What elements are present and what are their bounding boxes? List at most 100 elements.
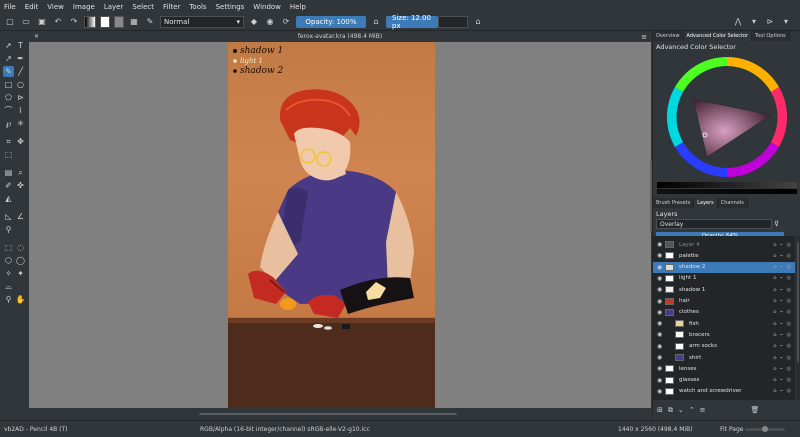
new-document-icon[interactable]: ▢	[4, 16, 16, 28]
layer-row[interactable]: ◉ fish ⌂ ⌁ ◎	[653, 318, 795, 329]
background-color-swatch[interactable]	[114, 15, 124, 28]
layer-flags-icon[interactable]: ⌂ ⌁ ◎	[773, 355, 792, 361]
layer-flags-icon[interactable]: ⌂ ⌁ ◎	[773, 242, 792, 248]
document-tab[interactable]: ✕ ferox-avatar.kra (498.4 MiB) ≡	[29, 31, 651, 42]
menu-image[interactable]: Image	[73, 3, 95, 11]
ellipse-tool-icon[interactable]: ○	[15, 79, 26, 90]
visibility-eye-icon[interactable]: ◉	[657, 275, 662, 282]
layer-list-scrollbar[interactable]	[796, 236, 800, 400]
canvas-horizontal-scrollbar[interactable]	[199, 413, 457, 415]
brush-preset-icon[interactable]: ✎	[144, 16, 156, 28]
layer-flags-icon[interactable]: ⌂ ⌁ ◎	[773, 298, 792, 304]
color-picker-icon[interactable]: ⌕	[15, 167, 26, 178]
mirror-vertical-icon[interactable]: ⊳	[764, 16, 776, 28]
layer-row[interactable]: ◉ bracers ⌂ ⌁ ◎	[653, 329, 795, 340]
move-layer-down-icon[interactable]: ⌄	[678, 406, 684, 414]
menu-file[interactable]: File	[4, 3, 16, 11]
layer-flags-icon[interactable]: ⌂ ⌁ ◎	[773, 388, 792, 394]
zoom-mode[interactable]: Fit Page	[720, 426, 743, 433]
reference-tool-icon[interactable]: ⚲	[3, 224, 14, 235]
redo-icon[interactable]: ↷	[68, 16, 80, 28]
polygon-select-icon[interactable]: ⬡	[3, 255, 14, 266]
color-selector[interactable]	[657, 53, 797, 187]
line-tool-icon[interactable]: ╱	[15, 66, 26, 77]
pan-tool-icon[interactable]: ✋	[15, 294, 26, 305]
layer-row[interactable]: ◉ shirt ⌂ ⌁ ◎	[653, 352, 795, 363]
visibility-eye-icon[interactable]: ◉	[657, 241, 662, 248]
layer-blend-mode-select[interactable]: Overlay	[656, 219, 772, 229]
ellipse-select-icon[interactable]: ◌	[15, 242, 26, 253]
color-wheel[interactable]	[657, 53, 797, 183]
visibility-eye-icon[interactable]: ◉	[657, 309, 662, 316]
menu-window[interactable]: Window	[253, 3, 281, 11]
visibility-eye-icon[interactable]: ◉	[657, 354, 662, 361]
move-tool-icon[interactable]: ✥	[15, 136, 26, 147]
visibility-eye-icon[interactable]: ◉	[657, 252, 662, 259]
freehand-path-icon[interactable]: ⌇	[15, 105, 26, 116]
opacity-slider[interactable]: Opacity: 100%	[296, 15, 366, 28]
text-tool-icon[interactable]: T	[15, 40, 26, 51]
save-icon[interactable]: ▣	[36, 16, 48, 28]
zoom-tool-icon[interactable]: ⚲	[3, 294, 14, 305]
menu-layer[interactable]: Layer	[104, 3, 124, 11]
add-layer-icon[interactable]: ⊞	[657, 406, 663, 414]
layer-row[interactable]: ◉ shadow 1 ⌂ ⌁ ◎	[653, 284, 795, 295]
multibrush-icon[interactable]: ✳	[15, 118, 26, 129]
visibility-eye-icon[interactable]: ◉	[657, 298, 662, 305]
gradient-tool-icon[interactable]: ▤	[3, 167, 14, 178]
duplicate-layer-icon[interactable]: ⧉	[668, 406, 673, 415]
delete-layer-icon[interactable]: 🗑	[751, 406, 760, 414]
layer-flags-icon[interactable]: ⌂ ⌁ ◎	[773, 253, 792, 259]
layer-row[interactable]: ◉ lenses ⌂ ⌁ ◎	[653, 363, 795, 374]
layer-row[interactable]: ◉ shadow 2 ⌂ ⌁ ◎	[653, 261, 795, 273]
reload-preset-icon[interactable]: ⟳	[280, 16, 292, 28]
assistant-tool-icon[interactable]: ◺	[3, 211, 14, 222]
document-menu-icon[interactable]: ≡	[641, 33, 647, 41]
layer-flags-icon[interactable]: ⌂ ⌁ ◎	[773, 321, 792, 327]
blend-mode-select[interactable]: Normal ▾	[160, 15, 244, 28]
crop-tool-icon[interactable]: ⌗	[3, 136, 14, 147]
tab-brush-presets[interactable]: Brush Presets	[653, 198, 695, 208]
layer-flags-icon[interactable]: ⌂ ⌁ ◎	[773, 287, 792, 293]
brush-size-slider[interactable]: Size: 12.00 px	[386, 14, 438, 30]
select-shapes-icon[interactable]: ➚	[3, 40, 14, 51]
layer-row[interactable]: ◉ light 1 ⌂ ⌁ ◎	[653, 273, 795, 284]
visibility-eye-icon[interactable]: ◉	[657, 264, 662, 271]
tab-tool-options[interactable]: Tool Options	[752, 31, 790, 41]
shade-selector[interactable]	[657, 182, 797, 188]
tab-channels[interactable]: Channels	[717, 198, 748, 208]
chevron-down-icon[interactable]: ▾	[780, 16, 792, 28]
layer-flags-icon[interactable]: ⌂ ⌁ ◎	[773, 366, 792, 372]
color-history-strip[interactable]	[657, 182, 797, 194]
size-lock-icon[interactable]: ⌂	[472, 16, 484, 28]
canvas-area[interactable]: ✕ ferox-avatar.kra (498.4 MiB) ≡ shadow …	[29, 31, 652, 415]
layer-properties-icon[interactable]: ≡	[700, 406, 706, 414]
preserve-alpha-icon[interactable]: ◉	[264, 16, 276, 28]
visibility-eye-icon[interactable]: ◉	[657, 377, 662, 384]
menu-settings[interactable]: Settings	[216, 3, 245, 11]
eraser-mode-icon[interactable]: ◆	[248, 16, 260, 28]
fill-tool-icon[interactable]: ◭	[3, 193, 14, 204]
edit-shapes-icon[interactable]: ↗	[3, 53, 14, 64]
menu-edit[interactable]: Edit	[25, 3, 39, 11]
bezier-select-icon[interactable]: ⌓	[3, 281, 14, 292]
close-icon[interactable]: ✕	[34, 33, 39, 40]
tab-layers[interactable]: Layers	[694, 198, 718, 208]
menu-filter[interactable]: Filter	[163, 3, 180, 11]
layer-row[interactable]: ◉ glasses ⌂ ⌁ ◎	[653, 375, 795, 386]
dynamic-brush-icon[interactable]: ℘	[3, 118, 14, 129]
move-layer-up-icon[interactable]: ⌃	[689, 406, 695, 414]
layer-row[interactable]: ◉ arm socks ⌂ ⌁ ◎	[653, 341, 795, 352]
visibility-eye-icon[interactable]: ◉	[657, 286, 662, 293]
brush-size-track[interactable]	[438, 15, 468, 28]
rectangle-tool-icon[interactable]: □	[3, 79, 14, 90]
menu-select[interactable]: Select	[132, 3, 154, 11]
layer-row[interactable]: ◉ hair ⌂ ⌁ ◎	[653, 296, 795, 307]
layer-flags-icon[interactable]: ⌂ ⌁ ◎	[773, 343, 792, 349]
freehand-brush-icon[interactable]: ✎	[3, 66, 14, 77]
pattern-icon[interactable]: ▦	[128, 16, 140, 28]
layer-row[interactable]: ◉ palette ⌂ ⌁ ◎	[653, 250, 795, 261]
menu-tools[interactable]: Tools	[189, 3, 206, 11]
similar-select-icon[interactable]: ✦	[15, 268, 26, 279]
rect-select-icon[interactable]: ⬚	[3, 242, 14, 253]
